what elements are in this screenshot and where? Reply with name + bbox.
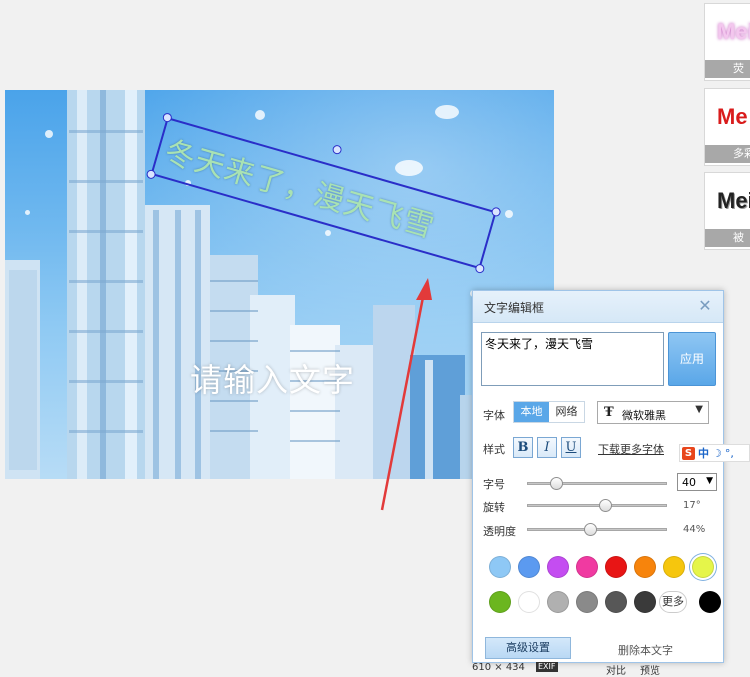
tab-web-fonts[interactable]: 网络 <box>549 402 584 422</box>
snowflake <box>255 110 265 120</box>
preset-sample: Mei <box>717 188 750 213</box>
snowflake <box>325 230 331 236</box>
download-more-fonts-link[interactable]: 下载更多字体 <box>598 441 664 457</box>
preview-button[interactable]: 预览 <box>640 662 660 677</box>
size-slider[interactable] <box>527 477 667 490</box>
color-swatch[interactable] <box>576 556 598 578</box>
dialog-header: 文字编辑框 ✕ <box>473 291 723 323</box>
preset-caption: 荧 <box>705 60 750 78</box>
color-swatch[interactable] <box>692 556 714 578</box>
chevron-down-icon: ▼ <box>706 476 713 486</box>
preset-caption: 多彩 <box>705 145 750 163</box>
image-dimensions: 610 × 434 <box>472 662 525 673</box>
color-swatch[interactable] <box>634 591 656 613</box>
tab-local-fonts[interactable]: 本地 <box>514 402 549 422</box>
truetype-icon: Ŧ <box>604 405 614 420</box>
size-label: 字号 <box>483 478 505 491</box>
snowflake <box>45 130 53 138</box>
rotate-value: 17° <box>683 500 701 511</box>
style-label: 样式 <box>483 443 505 456</box>
opacity-slider[interactable] <box>527 523 667 536</box>
preset-sample: Mei <box>717 19 750 44</box>
color-swatch[interactable] <box>547 591 569 613</box>
color-swatch[interactable] <box>605 556 627 578</box>
moon-icon: ☽ <box>712 446 722 460</box>
text-editor-dialog: 文字编辑框 ✕ 冬天来了，漫天飞雪 应用 字体 本地 网络 Ŧ 微软雅黑 ▼ 样… <box>472 290 724 663</box>
exif-badge[interactable]: EXIF <box>536 662 558 672</box>
size-slider-knob[interactable] <box>550 477 563 490</box>
opacity-value: 44% <box>683 524 706 535</box>
snowflake <box>25 210 30 215</box>
rotate-slider[interactable] <box>527 499 667 512</box>
ime-toolbar[interactable]: S 中 ☽ °, <box>679 444 750 462</box>
rotate-label: 旋转 <box>483 501 505 514</box>
font-source-toggle: 本地 网络 <box>513 401 585 423</box>
color-swatch[interactable] <box>576 591 598 613</box>
color-swatch[interactable] <box>547 556 569 578</box>
placeholder-text-layer[interactable]: 请输入文字 <box>190 355 355 401</box>
snowflake <box>435 105 459 119</box>
preset-text-style-1[interactable]: Mei 荧 <box>704 3 750 81</box>
size-value: 40 <box>682 476 696 489</box>
italic-button[interactable]: I <box>537 437 557 458</box>
size-select[interactable]: 40 ▼ <box>677 473 717 491</box>
color-swatch[interactable] <box>605 591 627 613</box>
ime-logo-icon: S <box>682 446 695 460</box>
chevron-down-icon: ▼ <box>695 404 703 415</box>
snowflake <box>505 210 513 218</box>
advanced-settings-button[interactable]: 高级设置 <box>485 637 571 659</box>
preset-text-style-3[interactable]: Mei 被 <box>704 172 750 250</box>
color-swatch[interactable] <box>489 591 511 613</box>
ime-mode: 中 <box>698 447 709 460</box>
color-swatch[interactable] <box>518 591 540 613</box>
underline-button[interactable]: U <box>561 437 581 458</box>
color-swatch[interactable] <box>489 556 511 578</box>
font-label: 字体 <box>483 409 505 422</box>
preset-caption: 被 <box>705 229 750 247</box>
status-bar: 610 × 434 EXIF 对比 预览 <box>470 662 750 677</box>
opacity-slider-knob[interactable] <box>583 523 597 536</box>
preset-text-style-2[interactable]: Me 多彩 <box>704 88 750 166</box>
rotate-slider-knob[interactable] <box>599 499 612 512</box>
color-swatch[interactable] <box>663 556 685 578</box>
apply-button[interactable]: 应用 <box>668 332 716 386</box>
dot-icon: °, <box>724 446 734 460</box>
delete-text-link[interactable]: 删除本文字 <box>618 642 673 658</box>
bold-button[interactable]: B <box>513 437 533 458</box>
color-swatch[interactable] <box>518 556 540 578</box>
more-colors-button[interactable]: 更多 <box>659 591 687 613</box>
color-swatch[interactable] <box>634 556 656 578</box>
dialog-title: 文字编辑框 <box>484 301 545 315</box>
close-icon[interactable]: ✕ <box>697 298 713 314</box>
color-swatch[interactable] <box>699 591 722 613</box>
preset-sample: Me <box>717 104 748 129</box>
font-name: 微软雅黑 <box>622 409 666 422</box>
font-family-select[interactable]: Ŧ 微软雅黑 ▼ <box>597 401 709 424</box>
compare-button[interactable]: 对比 <box>606 662 626 677</box>
opacity-label: 透明度 <box>483 525 516 538</box>
snowflake <box>395 160 423 176</box>
text-input[interactable]: 冬天来了，漫天飞雪 <box>481 332 664 386</box>
